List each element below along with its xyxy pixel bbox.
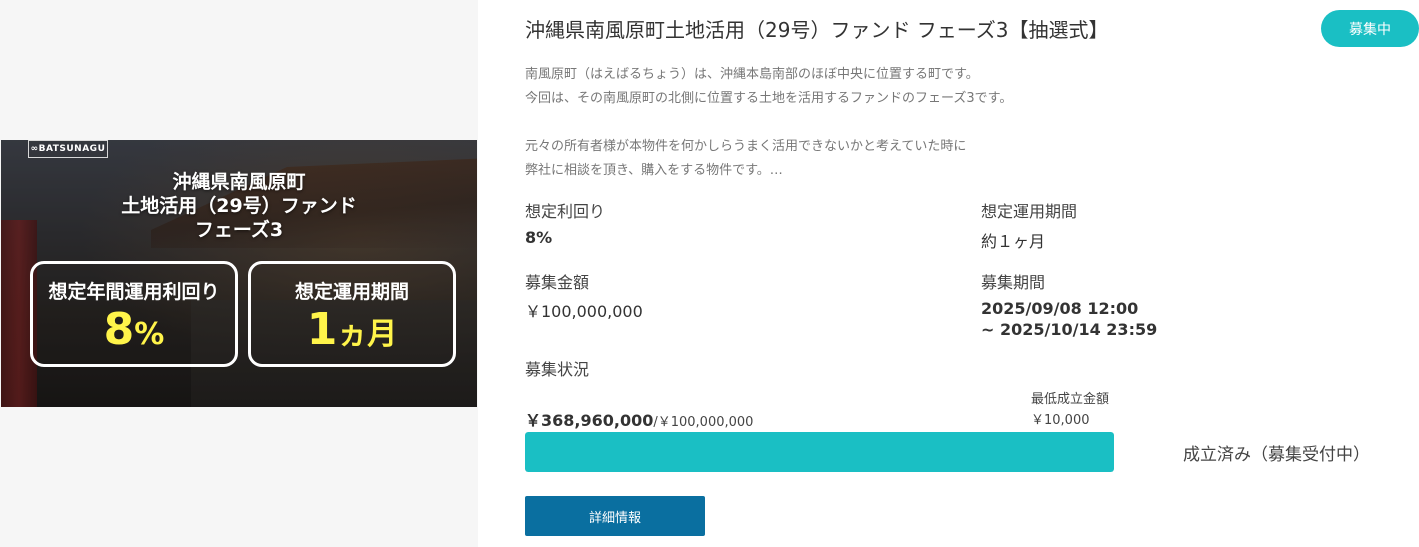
min-amount-label: 最低成立金額: [1031, 392, 1110, 407]
description-line: 弊社に相談を頂き、購入をする物件です。…: [525, 163, 783, 178]
raised-amount: ￥368,960,000: [525, 411, 654, 430]
fund-banner-image[interactable]: ∞BATSUNAGU 沖縄県南風原町 土地活用（29号）ファンド フェーズ3 想…: [1, 140, 477, 407]
progress-bar: [525, 432, 1114, 472]
brand-logo: ∞BATSUNAGU: [28, 140, 108, 158]
raised-summary: ￥368,960,000/￥100,000,000: [525, 407, 753, 431]
min-amount-value: ￥10,000: [1031, 413, 1090, 428]
period-label: 想定運用期間: [981, 202, 1078, 221]
detail-button[interactable]: 詳細情報: [525, 496, 705, 536]
progress-fill: [525, 432, 1114, 472]
recruit-period-start: 2025/09/08 12:00: [981, 299, 1139, 318]
banner-yield-value: 8%: [33, 304, 235, 361]
banner-title-line: フェーズ3: [194, 219, 284, 241]
recruit-period-end: ~ 2025/10/14 23:59: [981, 320, 1158, 339]
description-line: 元々の所有者様が本物件を何かしらうまく活用できないかと考えていた時に: [525, 139, 967, 154]
raised-target: /￥100,000,000: [653, 415, 754, 430]
banner-period-label: 想定運用期間: [294, 281, 409, 303]
recruit-period-label: 募集期間: [981, 273, 1046, 292]
banner-yield-box: 想定年間運用利回り 8%: [30, 261, 238, 367]
amount-label: 募集金額: [525, 273, 590, 292]
banner-period-box: 想定運用期間 1ヵ月: [248, 261, 456, 367]
fund-description: 南風原町（はえばるちょう）は、沖縄本島南部のほぼ中央に位置する町です。 今回は、…: [525, 63, 1345, 183]
amount-value: ￥100,000,000: [525, 302, 643, 321]
banner-period-value: 1ヵ月: [251, 304, 453, 361]
description-line: [525, 111, 1345, 135]
description-line: 今回は、その南風原町の北側に位置する土地を活用するファンドのフェーズ3です。: [525, 91, 1013, 106]
status-badge: 募集中: [1321, 10, 1419, 47]
banner-yield-unit: %: [134, 317, 165, 352]
banner-period-unit: ヵ月: [337, 317, 398, 352]
recruit-status-label: 募集状況: [525, 360, 590, 379]
banner-yield-number: 8: [103, 304, 135, 355]
fund-image-panel: ∞BATSUNAGU 沖縄県南風原町 土地活用（29号）ファンド フェーズ3 想…: [0, 0, 478, 547]
banner-yield-label: 想定年間運用利回り: [48, 281, 220, 303]
banner-title-line: 土地活用（29号）ファンド: [121, 195, 357, 217]
banner-title-line: 沖縄県南風原町: [172, 171, 306, 193]
progress-status: 成立済み（募集受付中）: [1183, 445, 1370, 465]
description-line: 南風原町（はえばるちょう）は、沖縄本島南部のほぼ中央に位置する町です。: [525, 67, 979, 82]
banner-title: 沖縄県南風原町 土地活用（29号）ファンド フェーズ3: [1, 170, 477, 242]
yield-value: 8%: [525, 228, 553, 247]
banner-period-number: 1: [306, 304, 338, 355]
period-value: 約１ヶ月: [981, 232, 1046, 251]
fund-title[interactable]: 沖縄県南風原町土地活用（29号）ファンド フェーズ3【抽選式】: [525, 14, 1109, 43]
yield-label: 想定利回り: [525, 202, 606, 221]
